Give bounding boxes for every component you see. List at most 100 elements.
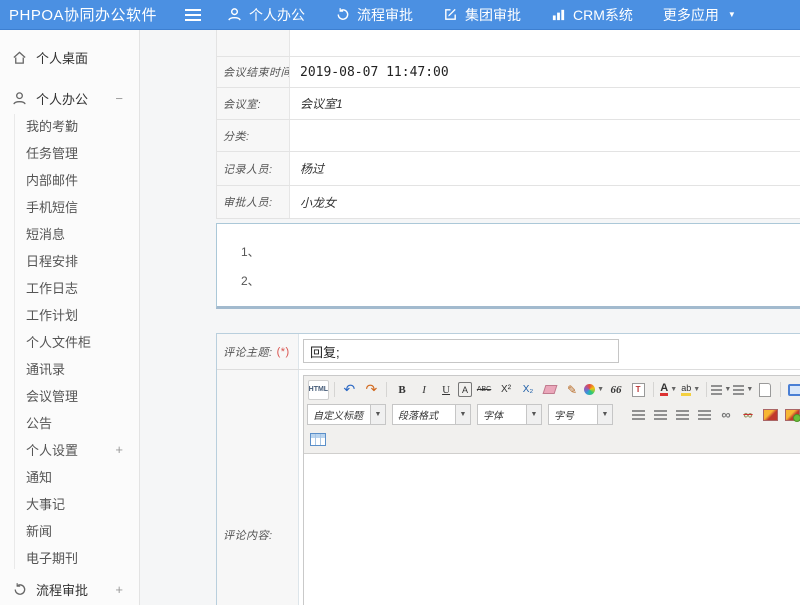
editor-toolbar: HTML ↶ ↷ B I U A ABC <box>304 376 800 454</box>
person-icon <box>227 7 242 22</box>
sidebar-item-label: 通讯录 <box>26 359 65 378</box>
nav-more-apps[interactable]: 更多应用 ▼ <box>663 5 736 25</box>
collapse-icon[interactable]: − <box>115 91 123 106</box>
sidebar-item-label: 公告 <box>26 413 52 432</box>
sidebar-item-work-log[interactable]: 工作日志 <box>0 274 139 301</box>
toolbar-separator <box>653 382 654 397</box>
align-right-button[interactable] <box>672 405 692 425</box>
subscript-button[interactable]: X₂ <box>518 380 538 400</box>
nav-group-approval[interactable]: 集团审批 <box>443 5 521 25</box>
sidebar-item-events[interactable]: 大事记 <box>0 490 139 517</box>
color-picker-button[interactable]: ▼ <box>584 380 604 400</box>
nav-crm-system[interactable]: CRM系统 <box>551 5 633 25</box>
fullscreen-button[interactable] <box>786 380 800 400</box>
nav-workflow-approval[interactable]: 流程审批 <box>335 5 413 25</box>
sidebar-item-tasks[interactable]: 任务管理 <box>0 139 139 166</box>
undo-icon[interactable]: ↶ <box>339 380 359 400</box>
font-color-button[interactable]: A▼ <box>659 380 679 400</box>
meeting-notes-box: 1、 2、 <box>216 223 800 309</box>
unordered-list-button[interactable]: ▼ <box>733 380 753 400</box>
nav-label: CRM系统 <box>573 5 633 25</box>
field-label: 评论内容: <box>217 370 299 605</box>
field-label: 分类: <box>217 120 290 151</box>
nav-label: 流程审批 <box>357 5 413 25</box>
field-label <box>217 30 290 56</box>
paragraph-format-select[interactable]: 段落格式▼ <box>392 404 471 425</box>
page-icon <box>759 383 771 397</box>
highlight-color-button[interactable]: ab▼ <box>681 380 701 400</box>
sidebar-item-label: 工作日志 <box>26 278 78 297</box>
heading-style-select[interactable]: 自定义标题▼ <box>307 404 386 425</box>
sidebar-item-attendance[interactable]: 我的考勤 <box>0 112 139 139</box>
top-bar: PHPOA协同办公软件 个人办公 流程审批 集团审批 CRM系统 更多应用 ▼ <box>0 0 800 30</box>
align-left-button[interactable] <box>628 405 648 425</box>
align-center-button[interactable] <box>650 405 670 425</box>
ordered-list-button[interactable]: ▼ <box>711 380 731 400</box>
field-label: 会议室: <box>217 88 290 119</box>
font-family-select[interactable]: 字体▼ <box>477 404 542 425</box>
app-title: PHPOA协同办公软件 <box>0 4 185 25</box>
editor-content-area[interactable] <box>304 454 800 605</box>
font-style-button[interactable]: A <box>458 382 472 397</box>
hamburger-menu-icon[interactable] <box>185 9 201 21</box>
sidebar-item-contacts[interactable]: 通讯录 <box>0 355 139 382</box>
sidebar-item-label: 电子期刊 <box>26 548 78 567</box>
comment-subject-input[interactable] <box>303 339 619 363</box>
align-justify-button[interactable] <box>694 405 714 425</box>
remove-link-icon[interactable]: ∞ <box>738 405 758 425</box>
bold-button[interactable]: B <box>392 380 412 400</box>
comment-content-label: 评论内容: <box>223 527 273 543</box>
chevron-down-icon: ▼ <box>597 405 612 424</box>
underline-button[interactable]: U <box>436 380 456 400</box>
insert-table-button[interactable] <box>308 430 328 450</box>
sidebar-item-internal-mail[interactable]: 内部邮件 <box>0 166 139 193</box>
expand-icon[interactable]: + <box>115 442 123 457</box>
expand-icon[interactable]: + <box>115 582 123 597</box>
redo-icon[interactable]: ↷ <box>361 380 381 400</box>
new-page-button[interactable] <box>755 380 775 400</box>
insert-image-button[interactable] <box>760 405 780 425</box>
nav-personal-office[interactable]: 个人办公 <box>227 5 305 25</box>
sidebar-item-meeting-management[interactable]: 会议管理 <box>0 382 139 409</box>
paste-from-word-button[interactable]: T <box>628 380 648 400</box>
sidebar-item-e-journal[interactable]: 电子期刊 <box>0 544 139 571</box>
sidebar-item-personal-settings[interactable]: 个人设置+ <box>0 436 139 463</box>
table-row <box>217 30 800 57</box>
chevron-down-icon: ▼ <box>597 386 604 393</box>
sidebar-item-label: 内部邮件 <box>26 170 78 189</box>
html-source-button[interactable]: HTML <box>308 380 329 400</box>
sidebar-item-news[interactable]: 新闻 <box>0 517 139 544</box>
sidebar-item-label: 个人桌面 <box>36 48 88 67</box>
select-value: 字体 <box>478 407 526 422</box>
sidebar-item-label: 流程审批 <box>36 580 88 599</box>
blockquote-button[interactable]: 66 <box>606 380 626 400</box>
superscript-button[interactable]: X² <box>496 380 516 400</box>
sidebar-item-sms[interactable]: 手机短信 <box>0 193 139 220</box>
app-window: PHPOA协同办公软件 个人办公 流程审批 集团审批 CRM系统 更多应用 ▼ <box>0 0 800 605</box>
sidebar-group-personal-office[interactable]: 个人办公 − <box>0 84 139 112</box>
remove-format-button[interactable] <box>540 380 560 400</box>
chevron-down-icon: ▼ <box>724 386 731 393</box>
chevron-down-icon: ▼ <box>455 405 470 424</box>
sidebar-item-desktop[interactable]: 个人桌面 <box>0 43 139 71</box>
sidebar-item-work-plan[interactable]: 工作计划 <box>0 301 139 328</box>
align-center-icon <box>654 410 667 420</box>
sidebar-item-notice[interactable]: 通知 <box>0 463 139 490</box>
sidebar-item-announcement[interactable]: 公告 <box>0 409 139 436</box>
format-brush-icon[interactable]: ✎ <box>562 380 582 400</box>
sidebar-group-workflow-approval[interactable]: 流程审批 + <box>0 575 139 603</box>
main-content: 会议结束时间: 2019-08-07 11:47:00 会议室: 会议室1 分类… <box>140 30 800 605</box>
comment-form-table: 评论主题: (*) 评论内容: <box>216 333 800 605</box>
palette-icon <box>584 384 595 395</box>
sidebar-item-schedule[interactable]: 日程安排 <box>0 247 139 274</box>
rich-text-editor: HTML ↶ ↷ B I U A ABC <box>303 375 800 605</box>
sidebar-item-short-message[interactable]: 短消息 <box>0 220 139 247</box>
insert-link-icon[interactable]: ∞ <box>716 405 736 425</box>
sidebar-item-file-cabinet[interactable]: 个人文件柜 <box>0 328 139 355</box>
strikethrough-button[interactable]: ABC <box>474 380 494 400</box>
upload-image-button[interactable] <box>782 405 800 425</box>
font-size-select[interactable]: 字号▼ <box>548 404 613 425</box>
table-row-end-time: 会议结束时间: 2019-08-07 11:47:00 <box>217 57 800 88</box>
comment-subject-label: 评论主题: <box>223 344 273 360</box>
italic-button[interactable]: I <box>414 380 434 400</box>
